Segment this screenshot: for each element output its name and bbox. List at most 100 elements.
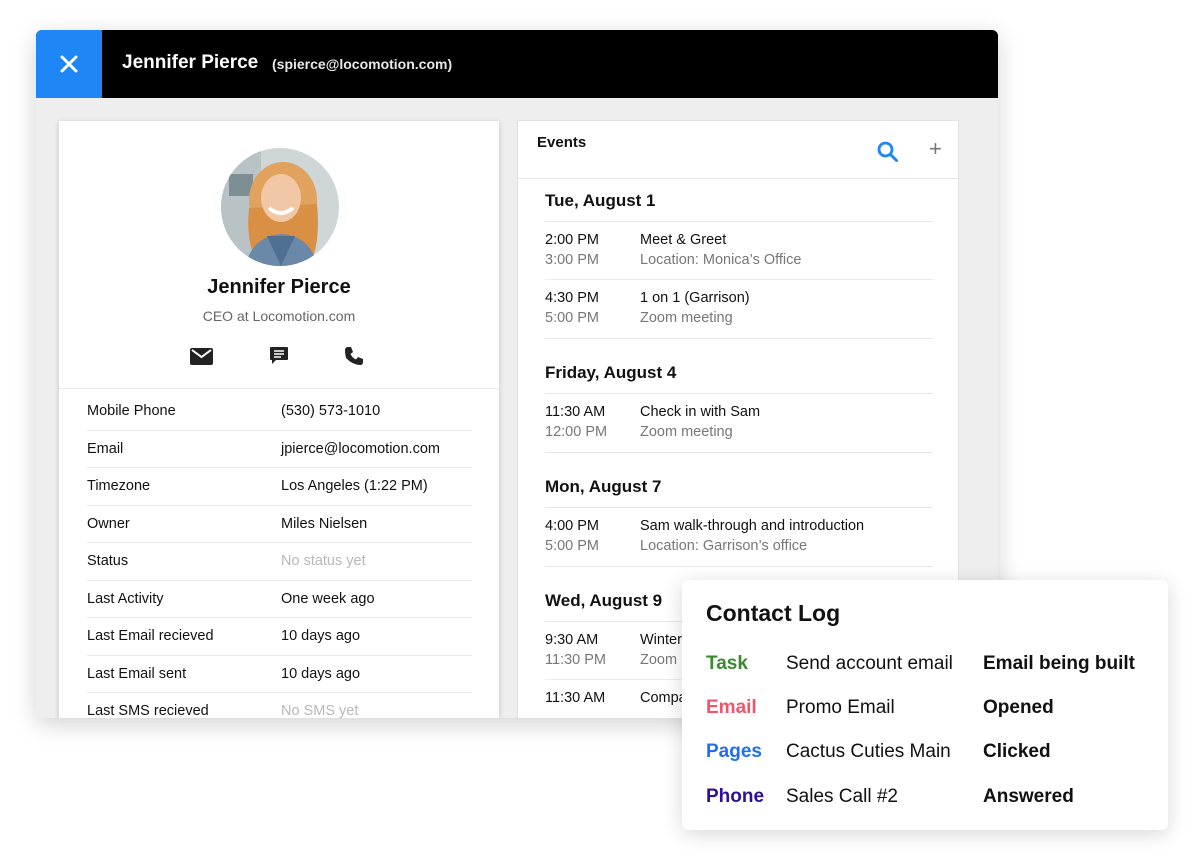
event-end-time: 5:00 PM — [545, 538, 599, 554]
contact-field-row: Last Email sent 10 days ago — [87, 656, 472, 693]
event-name: Sam walk-through and introduction — [640, 518, 865, 534]
contact-log-item: Sales Call #2 — [786, 786, 898, 807]
event-day-group: Mon, August 7 4:00 PM 5:00 PM Sam walk-thro… — [545, 465, 933, 567]
contact-field-label: Timezone — [87, 478, 151, 494]
event-detail: Location: Garrison’s office — [640, 538, 808, 554]
contact-field-value: (530) 573-1010 — [281, 403, 381, 419]
event-detail: Location: Monica’s Office — [640, 252, 802, 268]
event-start-time: 2:00 PM — [545, 232, 599, 248]
profile-card: Jennifer Pierce CEO at Locomotion.com Mo… — [59, 121, 499, 718]
event-day-spacer — [545, 339, 933, 351]
contact-field-row: Mobile Phone (530) 573-1010 — [87, 393, 472, 431]
event-item[interactable]: 4:00 PM 5:00 PM Sam walk-through and intro… — [545, 508, 933, 566]
contact-actions — [59, 344, 499, 370]
contact-log-type: Phone — [706, 786, 765, 807]
chat-icon — [270, 347, 288, 364]
contact-field-value: 10 days ago — [281, 665, 361, 682]
event-start-time: 4:30 PM — [545, 290, 599, 306]
profile-divider — [59, 388, 499, 389]
contact-field-value: No status yet — [281, 553, 366, 569]
contact-field-label: Mobile Phone — [87, 403, 176, 419]
events-search-button[interactable] — [877, 141, 899, 163]
message-action-button[interactable] — [266, 344, 292, 368]
contact-field-value: 10 days ago — [281, 628, 361, 644]
contact-field-row: Owner Miles Nielsen — [87, 506, 472, 543]
contact-field-value: One week ago — [281, 590, 375, 607]
event-detail: Zoom meeting — [640, 424, 733, 440]
window-title-name: Jennifer Pierce — [122, 52, 259, 73]
mail-icon — [189, 347, 213, 365]
contact-field-row: Timezone Los Angeles (1:22 PM) — [87, 468, 472, 506]
contact-field-row: Last Activity One week ago — [87, 581, 472, 618]
event-day-spacer — [545, 453, 933, 465]
email-action-button[interactable] — [188, 344, 214, 368]
contact-field-label: Last Activity — [87, 590, 164, 607]
contact-field-value: No SMS yet — [281, 703, 359, 718]
contact-log-row[interactable]: Email Promo Email Opened — [682, 697, 1168, 727]
contact-log-title: Contact Log — [706, 600, 841, 626]
event-day-group: Tue, August 1 2:00 PM 3:00 PM Meet & Greet L… — [545, 179, 933, 339]
event-end-time: 3:00 PM — [545, 252, 599, 268]
call-action-button[interactable] — [341, 344, 367, 368]
contact-log-row[interactable]: Task Send account email Email being built — [682, 653, 1168, 683]
title-bar: Jennifer Pierce (spierce@locomotion.com) — [36, 30, 998, 98]
contact-field-value: jpierce@locomotion.com — [281, 440, 440, 457]
event-day-spacer — [545, 567, 933, 579]
contact-field-label: Last Email sent — [87, 665, 187, 682]
contact-log-type: Task — [706, 653, 748, 674]
contact-field-value: Miles Nielsen — [281, 515, 368, 532]
event-end-time: 12:00 PM — [545, 424, 608, 440]
event-name: 1 on 1 (Garrison) — [640, 290, 750, 306]
contact-fields: Mobile Phone (530) 573-1010 Email jpierce@l… — [87, 393, 472, 718]
event-end-time: 11:30 PM — [545, 652, 606, 668]
contact-field-row: Email jpierce@locomotion.com — [87, 431, 472, 468]
event-day-heading: Friday, August 4 — [545, 351, 933, 394]
contact-log-type: Pages — [706, 741, 762, 762]
window-title-email: (spierce@locomotion.com) — [272, 56, 453, 72]
contact-log-status: Answered — [983, 786, 1074, 807]
event-day-heading: Mon, August 7 — [545, 465, 933, 508]
event-end-time: 5:00 PM — [545, 310, 599, 326]
events-title: Events — [537, 134, 587, 151]
contact-field-row: Status No status yet — [87, 543, 472, 581]
contact-field-label: Owner — [87, 515, 130, 532]
avatar — [221, 148, 339, 266]
contact-field-value: Los Angeles (1:22 PM) — [281, 478, 428, 494]
contact-log-item: Cactus Cuties Main — [786, 741, 951, 762]
event-day-heading: Tue, August 1 — [545, 179, 933, 222]
contact-log-item: Promo Email — [786, 697, 895, 718]
event-item[interactable]: 11:30 AM 12:00 PM Check in with Sam Zoom me… — [545, 394, 933, 452]
contact-field-row: Last SMS recieved No SMS yet — [87, 693, 472, 718]
event-name: Check in with Sam — [640, 404, 761, 420]
event-start-time: 9:30 AM — [545, 632, 599, 648]
contact-role: CEO at Locomotion.com — [202, 308, 356, 324]
phone-icon — [345, 347, 363, 365]
contact-field-label: Last Email recieved — [87, 628, 214, 644]
event-start-time: 11:30 AM — [545, 690, 606, 706]
event-day-group: Friday, August 4 11:30 AM 12:00 PM Check in… — [545, 351, 933, 453]
event-name: Meet & Greet — [640, 232, 727, 248]
event-detail: Zoom meeting — [640, 310, 733, 326]
close-icon — [60, 55, 78, 73]
event-name: Compa — [640, 690, 687, 706]
contact-name: Jennifer Pierce — [207, 276, 351, 298]
contact-field-label: Status — [87, 553, 129, 569]
event-item[interactable]: 2:00 PM 3:00 PM Meet & Greet Location: Moni… — [545, 222, 933, 280]
event-name: Winter — [640, 632, 682, 648]
events-header: Events + — [518, 121, 958, 179]
contact-field-label: Last SMS recieved — [87, 703, 209, 718]
contact-log-status: Clicked — [983, 741, 1051, 762]
close-button[interactable] — [36, 30, 102, 98]
contact-log-row[interactable]: Phone Sales Call #2 Answered — [682, 786, 1168, 816]
contact-log-item: Send account email — [786, 653, 953, 674]
event-item[interactable]: 4:30 PM 5:00 PM 1 on 1 (Garrison) Zoom meet… — [545, 280, 933, 338]
contact-field-label: Email — [87, 440, 124, 457]
contact-log-status: Email being built — [983, 653, 1136, 674]
event-start-time: 4:00 PM — [545, 518, 599, 534]
contact-log-type: Email — [706, 697, 757, 718]
contact-log-row[interactable]: Pages Cactus Cuties Main Clicked — [682, 741, 1168, 771]
contact-log-status: Opened — [983, 697, 1054, 718]
add-event-button[interactable]: + — [929, 138, 947, 160]
search-icon — [877, 141, 898, 162]
contact-log-card: Contact Log Task Send account email Email … — [682, 580, 1168, 830]
